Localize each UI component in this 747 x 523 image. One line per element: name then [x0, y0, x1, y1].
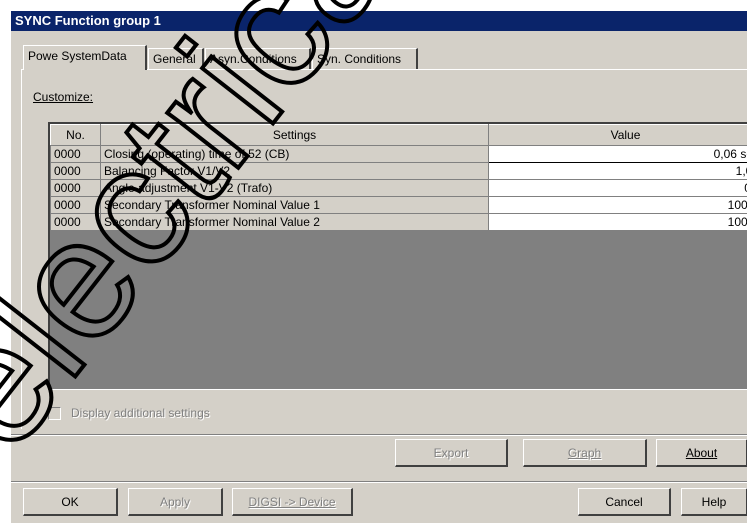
table-row[interactable]: 0000 Balancing Factor V1/V2 1,00 [51, 163, 747, 180]
button-label: Cancel [605, 495, 642, 509]
checkbox-box[interactable] [48, 407, 61, 420]
tab-label: Asyn.Conditions [210, 52, 297, 66]
cancel-button[interactable]: Cancel [578, 488, 671, 516]
tab-label: Powe SystemData [28, 49, 127, 63]
tab-label: General [153, 52, 196, 66]
setting-value[interactable]: 0,06 sec [489, 146, 747, 163]
setting-name: Balancing Factor V1/V2 [101, 163, 489, 180]
button-label: Graph [568, 446, 601, 460]
table-row[interactable]: 0000 Closing (operating) time of 52 (CB)… [51, 146, 747, 163]
help-button[interactable]: Help [681, 488, 747, 516]
setting-value[interactable]: 100 V [489, 197, 747, 214]
settings-grid: No. Settings Value 0000 Closing (operati… [48, 122, 747, 390]
setting-value[interactable]: 100 V [489, 214, 747, 231]
button-label: DIGSI -> Device [248, 495, 335, 509]
setting-name: Angle adjustment V1-V2 (Trafo) [101, 180, 489, 197]
row-number: 0000 [51, 163, 101, 180]
separator [11, 481, 747, 483]
button-label: About [686, 446, 717, 460]
graph-button[interactable]: Graph [523, 439, 647, 467]
tab-label: Syn. Conditions [317, 52, 401, 66]
setting-name: Closing (operating) time of 52 (CB) [101, 146, 489, 163]
setting-value[interactable]: 1,00 [489, 163, 747, 180]
tab-syn-conditions[interactable]: Syn. Conditions [312, 48, 418, 69]
row-number: 0000 [51, 214, 101, 231]
button-label: OK [61, 495, 78, 509]
row-number: 0000 [51, 146, 101, 163]
row-number: 0000 [51, 197, 101, 214]
sync-dialog: SYNC Function group 1 Powe SystemData Ge… [10, 10, 747, 523]
setting-name: Secondary Transformer Nominal Value 1 [101, 197, 489, 214]
about-button[interactable]: About [656, 439, 747, 467]
table-row[interactable]: 0000 Secondary Transformer Nominal Value… [51, 197, 747, 214]
customize-label: Customize: [33, 90, 93, 104]
table-row[interactable]: 0000 Secondary Transformer Nominal Value… [51, 214, 747, 231]
separator [11, 434, 747, 436]
window-title: SYNC Function group 1 [15, 13, 161, 28]
table-row[interactable]: 0000 Angle adjustment V1-V2 (Trafo) 0 ° [51, 180, 747, 197]
tab-general[interactable]: General [148, 48, 204, 69]
ok-button[interactable]: OK [23, 488, 118, 516]
setting-value[interactable]: 0 ° [489, 180, 747, 197]
button-label: Apply [160, 495, 190, 509]
title-bar: SYNC Function group 1 [11, 11, 747, 31]
export-button[interactable]: Export [395, 439, 508, 467]
tab-asyn-conditions[interactable]: Asyn.Conditions [205, 48, 311, 69]
column-header-no[interactable]: No. [51, 125, 101, 146]
button-label: Help [702, 495, 727, 509]
customize-text: Customize: [33, 90, 93, 104]
row-number: 0000 [51, 180, 101, 197]
button-label: Export [434, 446, 469, 460]
column-header-settings[interactable]: Settings [101, 125, 489, 146]
apply-button[interactable]: Apply [128, 488, 223, 516]
tab-power-system-data[interactable]: Powe SystemData [23, 45, 147, 70]
checkbox-label: Display additional settings [71, 406, 210, 420]
column-header-value[interactable]: Value [489, 125, 747, 146]
setting-name: Secondary Transformer Nominal Value 2 [101, 214, 489, 231]
digsi-to-device-button[interactable]: DIGSI -> Device [232, 488, 353, 516]
